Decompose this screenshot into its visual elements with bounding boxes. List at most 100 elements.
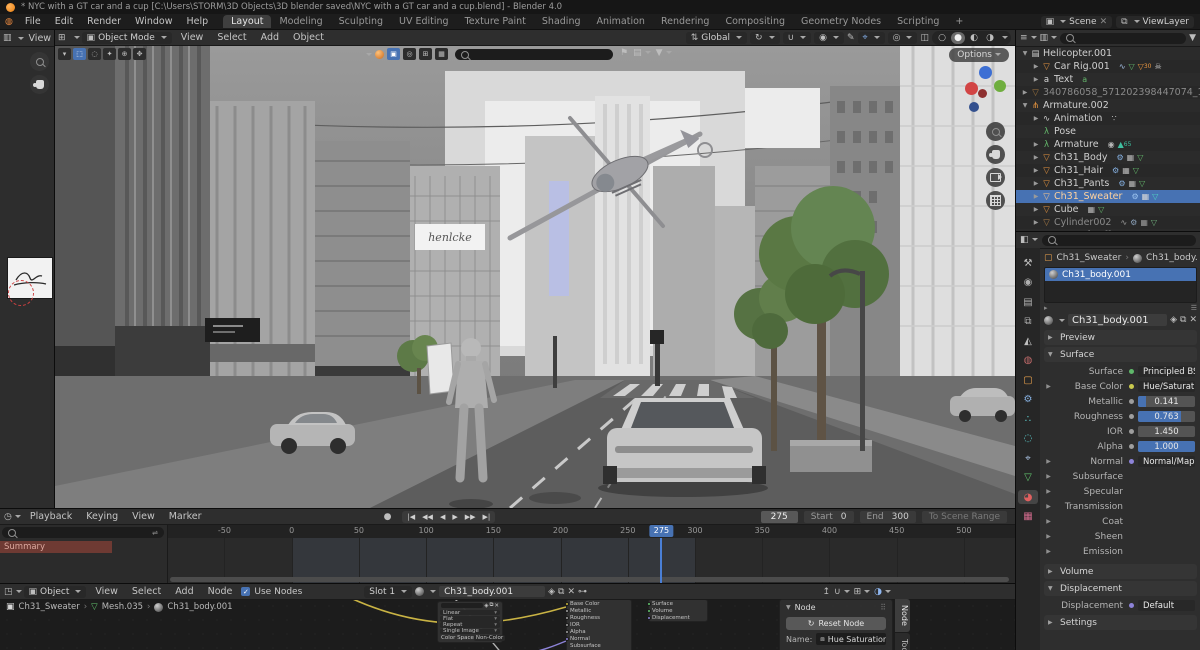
editor-type-icon[interactable]: ⊞: [55, 33, 69, 43]
node-socket-dot[interactable]: [1129, 369, 1134, 374]
to-scene-range-button[interactable]: To Scene Range: [921, 510, 1007, 523]
pivot-point-selector[interactable]: ↻: [750, 31, 780, 44]
material-slot-row[interactable]: Ch31_body.001: [1045, 268, 1196, 281]
data-badge-icon[interactable]: ▽: [1129, 62, 1135, 71]
properties-tab[interactable]: ◌: [1018, 432, 1038, 446]
proportional-edit-selector[interactable]: ◉: [814, 31, 844, 44]
axis-z-ball[interactable]: [979, 66, 992, 79]
axis-x-neg-ball[interactable]: [978, 89, 987, 98]
breadcrumb-object[interactable]: Ch31_Sweater: [1057, 253, 1122, 263]
axis-y-ball[interactable]: [994, 80, 1006, 92]
node-row[interactable]: Alpha 1.000: [565, 628, 631, 635]
move-tool[interactable]: ✥: [133, 48, 146, 60]
expander-icon[interactable]: ▶: [1044, 548, 1053, 555]
node-row[interactable]: Metallic 0.141: [565, 607, 631, 614]
data-badge-icon[interactable]: ▽ 30: [1138, 62, 1152, 71]
workspace-tab[interactable]: Compositing: [717, 15, 793, 28]
property-row[interactable]: ▶ Subsurface: [1044, 469, 1197, 484]
data-badge-icon[interactable]: ▦: [1140, 218, 1148, 227]
viewport-zoom-button[interactable]: [986, 122, 1005, 141]
snap-toggle[interactable]: ▣: [387, 48, 400, 60]
copy-icon[interactable]: ⧉: [489, 602, 493, 609]
menu-item[interactable]: Object: [286, 32, 331, 43]
property-row[interactable]: Metallic 0.141: [1044, 394, 1197, 409]
node-row[interactable]: Surface: [647, 600, 707, 607]
wireframe-shading-button[interactable]: ○: [935, 32, 949, 44]
overlap-icon[interactable]: ◎: [403, 48, 416, 60]
workspace-tab[interactable]: Modeling: [271, 15, 330, 28]
preview-shading-icon[interactable]: ◑: [874, 587, 891, 597]
outliner-row[interactable]: ▶ ▽ Ch31_Sweater ⚙ ▦ ▽: [1016, 190, 1200, 203]
data-badge-icon[interactable]: ◉: [1108, 140, 1115, 149]
navigation-gizmo[interactable]: [963, 64, 1007, 116]
data-badge-icon[interactable]: a: [1082, 75, 1087, 84]
property-control[interactable]: 1.000: [1138, 441, 1195, 452]
expander-icon[interactable]: ▶: [1044, 533, 1053, 540]
collapse-icon[interactable]: ▼: [786, 604, 791, 611]
input-socket[interactable]: [647, 615, 651, 620]
data-badge-icon[interactable]: ▽: [1137, 153, 1143, 162]
filter-funnel-icon[interactable]: ▼: [1189, 33, 1196, 43]
blender-menu-icon[interactable]: ◍: [0, 17, 18, 27]
workspace-tab[interactable]: Animation: [589, 15, 653, 28]
node-row[interactable]: Volume: [647, 607, 707, 614]
volume-section-header[interactable]: ▶ Volume: [1044, 564, 1197, 579]
node-socket-dot[interactable]: [1129, 429, 1134, 434]
expander-icon[interactable]: ▶: [1031, 193, 1041, 200]
transport-button[interactable]: ▶: [449, 511, 460, 523]
input-socket[interactable]: [565, 615, 569, 620]
data-badge-icon[interactable]: ▽: [1151, 218, 1157, 227]
properties-tab[interactable]: ⚙: [1018, 393, 1038, 407]
expander-icon[interactable]: ▶: [1031, 206, 1041, 213]
slot-specials-icon[interactable]: ☰: [1191, 304, 1197, 312]
data-badge-icon[interactable]: ▦: [1127, 153, 1135, 162]
properties-tab[interactable]: ∴: [1018, 412, 1038, 426]
copy-material-button[interactable]: ⧉: [558, 587, 564, 597]
transform-orientation-selector[interactable]: ⇅ Global: [685, 31, 747, 44]
property-row[interactable]: Alpha 1.000: [1044, 439, 1197, 454]
data-badge-icon[interactable]: ▲ 65: [1118, 140, 1132, 149]
properties-tab[interactable]: ▤: [1018, 295, 1038, 309]
properties-tab[interactable]: ▦: [1018, 510, 1038, 524]
node-row[interactable]: Base Color: [565, 600, 631, 607]
workspace-tab[interactable]: Rendering: [653, 15, 718, 28]
property-row[interactable]: ▶ Normal Normal/Map: [1044, 454, 1197, 469]
node-socket-dot[interactable]: [1129, 444, 1134, 449]
material-output-node[interactable]: Surface Volume Displacement: [647, 599, 708, 622]
transport-button[interactable]: ◀◀: [419, 511, 436, 523]
outliner-row[interactable]: ▶ ▽ Ch31_Hair ⚙ ▦ ▽: [1016, 164, 1200, 177]
material-browse-icon[interactable]: [415, 587, 425, 596]
overlays-toggle[interactable]: ◎: [887, 31, 918, 44]
unlink-icon[interactable]: ✕: [494, 603, 499, 609]
snap-magnet-icon[interactable]: ∪: [834, 587, 850, 597]
node-socket-dot[interactable]: [1129, 414, 1134, 419]
node-dropdown[interactable]: Single Image ▾: [440, 628, 500, 634]
outliner-row[interactable]: ▼ ▤ Helicopter.001: [1016, 47, 1200, 60]
properties-tab[interactable]: ◕: [1018, 490, 1038, 504]
use-nodes-checkbox[interactable]: ✓: [241, 587, 251, 596]
axis-x-ball[interactable]: [965, 82, 978, 95]
menu-item[interactable]: Add: [254, 32, 286, 43]
menu-item[interactable]: View: [174, 32, 211, 43]
viewlayer-selector[interactable]: ⧉ ViewLayer: [1116, 15, 1194, 28]
outliner-row[interactable]: ▶ ▽ Ch31_Body ⚙ ▦ ▽: [1016, 151, 1200, 164]
properties-tab[interactable]: ⧉: [1018, 315, 1038, 329]
texture-icon[interactable]: ▦: [435, 48, 448, 60]
property-row[interactable]: ▶ Specular: [1044, 484, 1197, 499]
expander-icon[interactable]: ▶: [1044, 503, 1053, 510]
node-dropdown[interactable]: Repeat ▾: [440, 622, 500, 628]
expander-icon[interactable]: ▶: [1031, 167, 1041, 174]
properties-tab[interactable]: ◍: [1018, 354, 1038, 368]
menu-item[interactable]: View: [125, 511, 162, 522]
property-control[interactable]: 1.450: [1138, 426, 1195, 437]
menu-item[interactable]: Edit: [48, 16, 80, 27]
data-badge-icon[interactable]: ∿: [1119, 62, 1126, 71]
expander-icon[interactable]: ▼: [1020, 102, 1030, 109]
properties-tab[interactable]: ⌖: [1018, 451, 1038, 465]
settings-section-header[interactable]: ▶ Settings: [1044, 615, 1197, 630]
outliner-search[interactable]: [1060, 32, 1187, 44]
workspace-tab[interactable]: Geometry Nodes: [793, 15, 889, 28]
property-row[interactable]: Displacement Default: [1044, 598, 1197, 613]
go-parent-node-icon[interactable]: ↥: [822, 587, 830, 597]
expander-icon[interactable]: ▶: [1020, 89, 1030, 96]
